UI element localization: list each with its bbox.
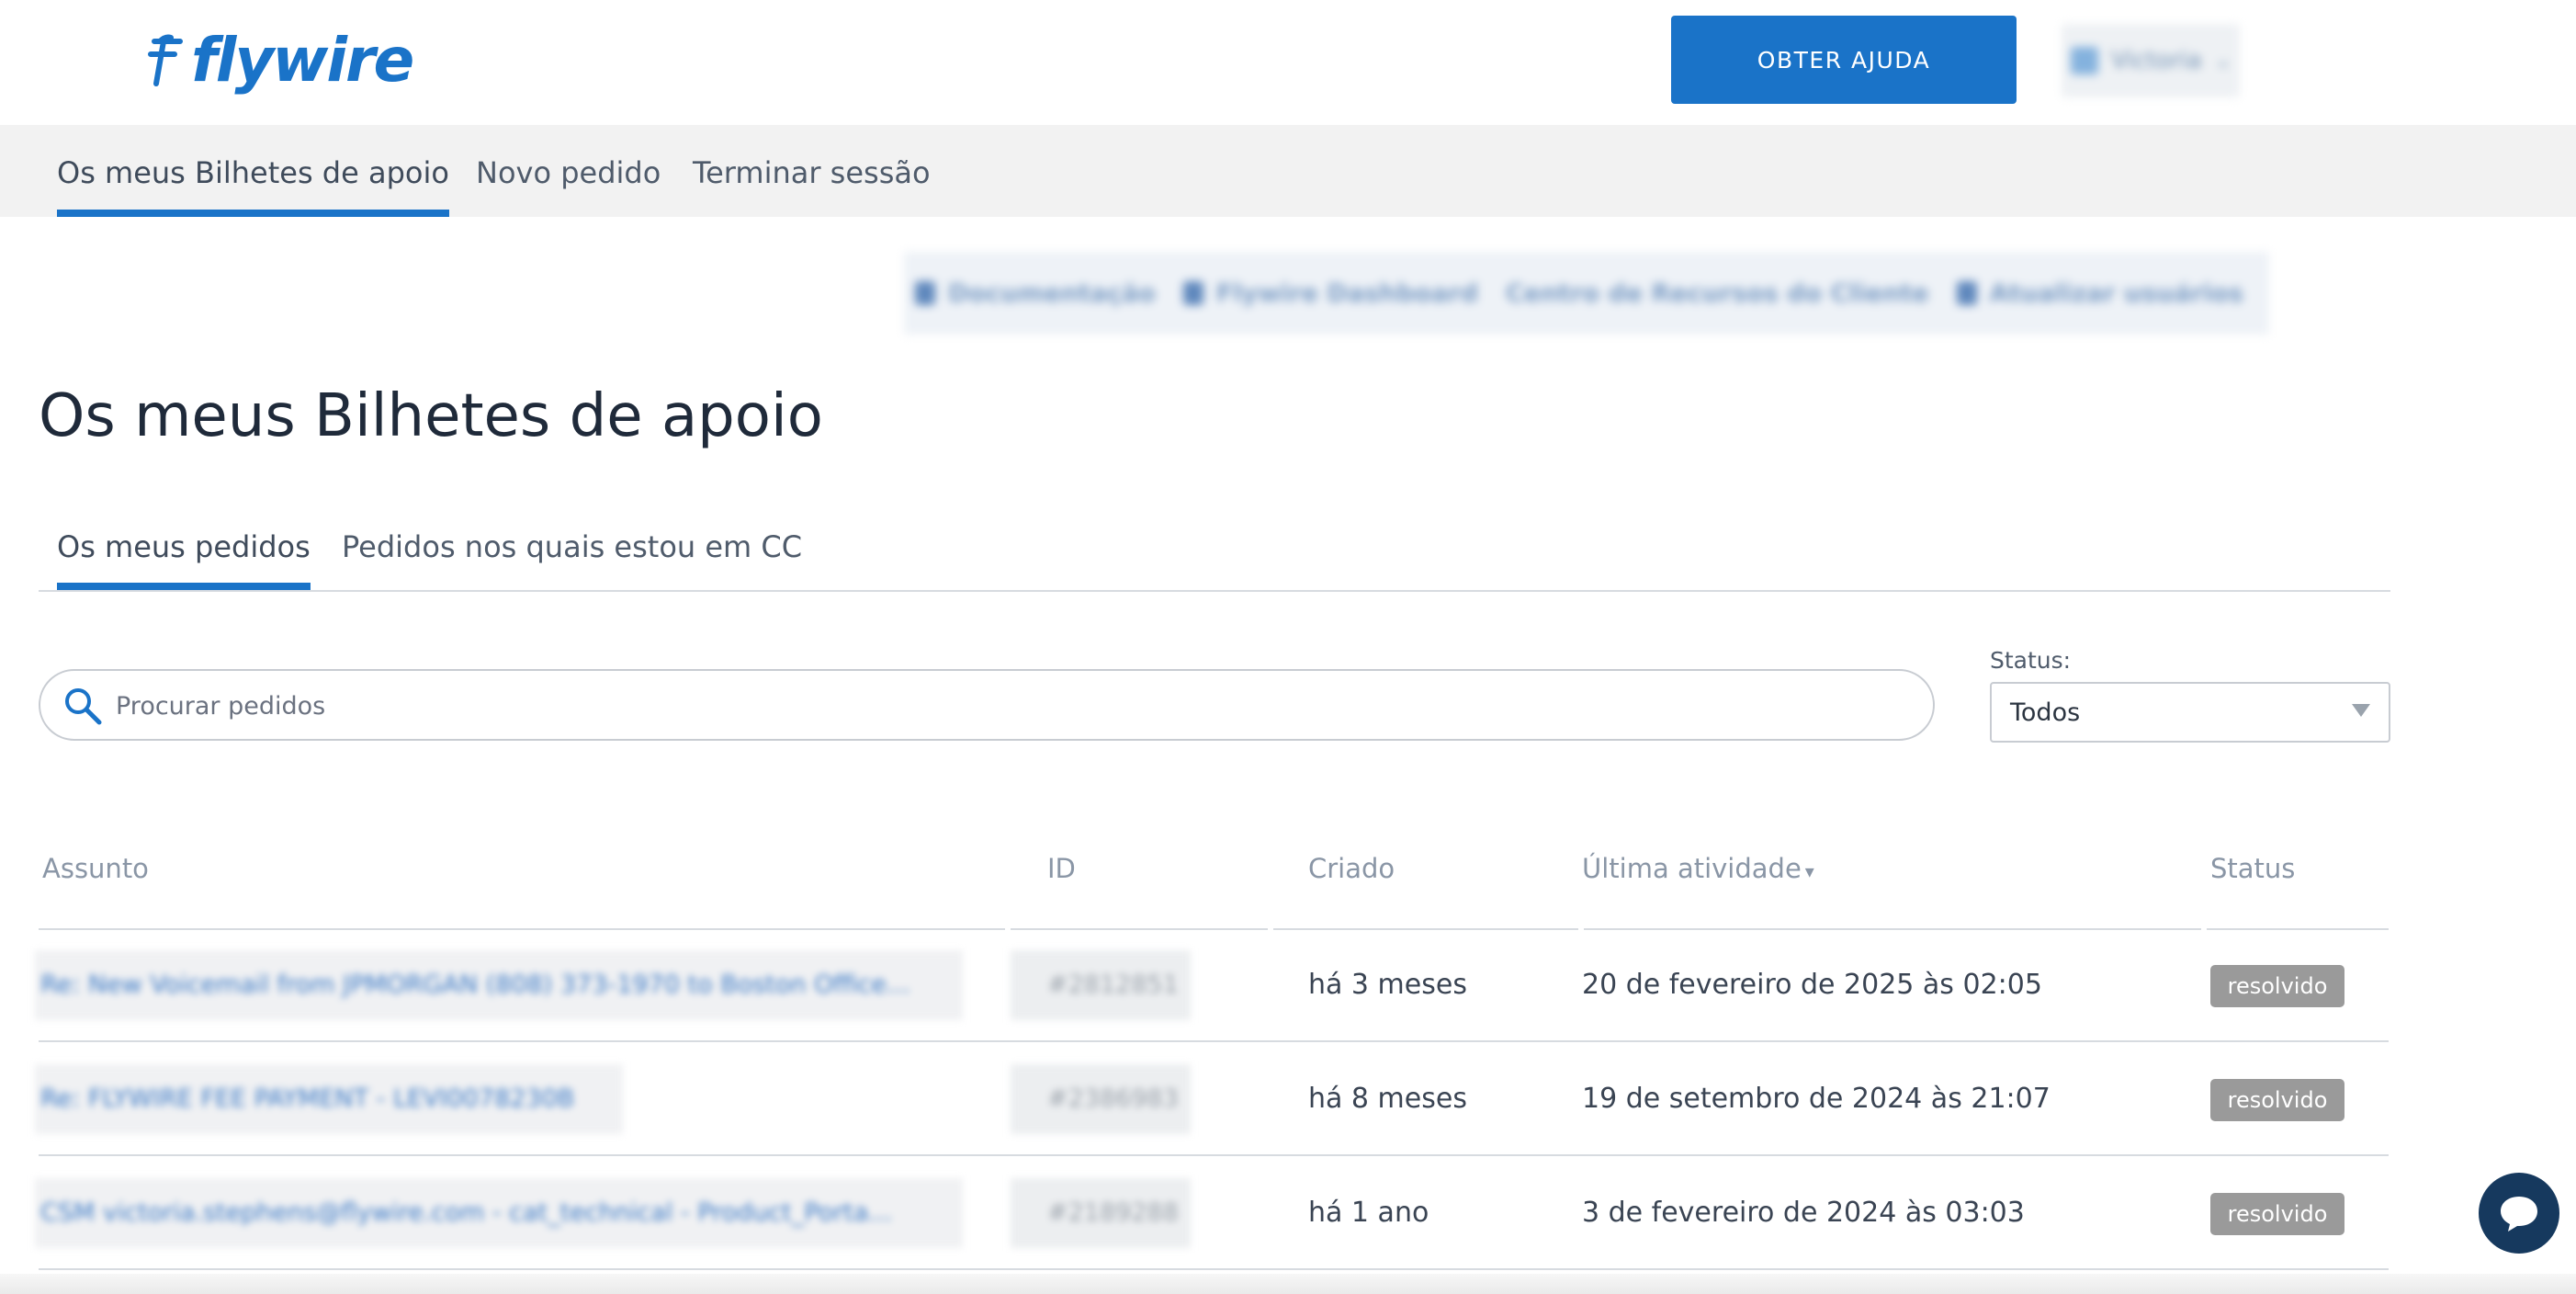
dropdown-arrow-icon [2352, 704, 2370, 717]
lock-icon [1956, 281, 1977, 305]
chat-button[interactable] [2479, 1173, 2559, 1254]
lock-icon [915, 281, 935, 305]
lock-icon [1182, 281, 1203, 305]
quick-link-label: Atualizar usuários [1989, 278, 2243, 308]
chevron-down-icon: ⌄ [2214, 49, 2232, 73]
status-filter-select[interactable]: Todos [1990, 682, 2390, 743]
quick-link-label: Flywire Dashboard [1215, 278, 1478, 308]
quick-link-resource-center[interactable]: Centro de Recursos do Cliente [1506, 279, 1929, 308]
quick-link-label: Centro de Recursos do Cliente [1505, 278, 1929, 308]
user-menu[interactable]: Victoria ⌄ [2062, 24, 2240, 97]
top-header: flywire OBTER AJUDA Victoria ⌄ [0, 0, 2576, 125]
column-header-status[interactable]: Status [2210, 853, 2295, 884]
nav-tab-new-request[interactable]: Novo pedido [476, 125, 661, 217]
header-divider [1011, 928, 1268, 930]
status-filter-label: Status: [1990, 647, 2072, 674]
chat-icon [2501, 1197, 2537, 1232]
quick-link-dashboard[interactable]: Flywire Dashboard [1182, 278, 1478, 308]
column-header-subject[interactable]: Assunto [42, 853, 149, 884]
ticket-id: #2189288 [1011, 1178, 1191, 1248]
ticket-subject-link[interactable]: Re: FLYWIRE FEE PAYMENT - LEVI0078230B [35, 1064, 623, 1134]
main-nav: Os meus Bilhetes de apoio Novo pedido Te… [0, 125, 2576, 217]
row-divider [39, 1040, 2389, 1042]
header-divider [1584, 928, 2201, 930]
get-help-button[interactable]: OBTER AJUDA [1671, 16, 2017, 104]
search-box [39, 669, 1935, 741]
ticket-last-activity: 19 de setembro de 2024 às 21:07 [1582, 1083, 2051, 1115]
ticket-created: há 3 meses [1308, 969, 1467, 1001]
column-header-last-activity[interactable]: Última atividade ▾ [1582, 853, 1814, 884]
status-badge: resolvido [2210, 1079, 2344, 1121]
column-header-created[interactable]: Criado [1308, 853, 1395, 884]
row-divider [39, 1268, 2389, 1270]
status-badge: resolvido [2210, 965, 2344, 1007]
search-input[interactable] [114, 680, 1909, 732]
row-divider [39, 1154, 2389, 1156]
flywire-logo-icon [148, 34, 183, 86]
status-filter-value: Todos [2010, 698, 2081, 727]
quick-link-label: Documentação [948, 278, 1156, 308]
search-icon [65, 688, 102, 725]
nav-tab-logout[interactable]: Terminar sessão [693, 125, 931, 217]
header-divider [39, 928, 1005, 930]
user-name: Victoria [2111, 47, 2202, 74]
ticket-id: #2812851 [1011, 950, 1191, 1020]
status-badge: resolvido [2210, 1193, 2344, 1235]
column-header-label: Última atividade [1582, 853, 1802, 884]
tab-my-requests[interactable]: Os meus pedidos [57, 515, 311, 590]
quick-link-documentation[interactable]: Documentação [915, 279, 1156, 308]
quick-link-update-users[interactable]: Atualizar usuários [1956, 278, 2243, 308]
user-avatar-icon [2071, 47, 2098, 74]
ticket-last-activity: 20 de fevereiro de 2025 às 02:05 [1582, 969, 2042, 1001]
ticket-created: há 8 meses [1308, 1083, 1467, 1115]
request-tabs: Os meus pedidos Pedidos nos quais estou … [39, 515, 2390, 592]
ticket-created: há 1 ano [1308, 1197, 1429, 1229]
ticket-subject-link[interactable]: CSM victoria.stephens@flywire.com - cat_… [35, 1178, 963, 1248]
quick-links-bar: Documentação Flywire Dashboard Centro de… [904, 252, 2269, 335]
page-title: Os meus Bilhetes de apoio [39, 382, 823, 450]
header-divider [2207, 928, 2389, 930]
header-divider [1273, 928, 1578, 930]
tab-cc-requests[interactable]: Pedidos nos quais estou em CC [342, 515, 802, 590]
ticket-last-activity: 3 de fevereiro de 2024 às 03:03 [1582, 1197, 2025, 1229]
flywire-logo[interactable]: flywire [147, 20, 414, 99]
logo-text: flywire [191, 24, 414, 96]
bottom-edge [0, 1274, 2576, 1294]
nav-tab-my-tickets[interactable]: Os meus Bilhetes de apoio [57, 125, 449, 217]
ticket-id: #2386983 [1011, 1064, 1191, 1134]
ticket-subject-link[interactable]: Re: New Voicemail from JPMORGAN (808) 37… [35, 950, 963, 1020]
sort-desc-icon: ▾ [1804, 860, 1814, 882]
column-header-id[interactable]: ID [1047, 853, 1076, 884]
